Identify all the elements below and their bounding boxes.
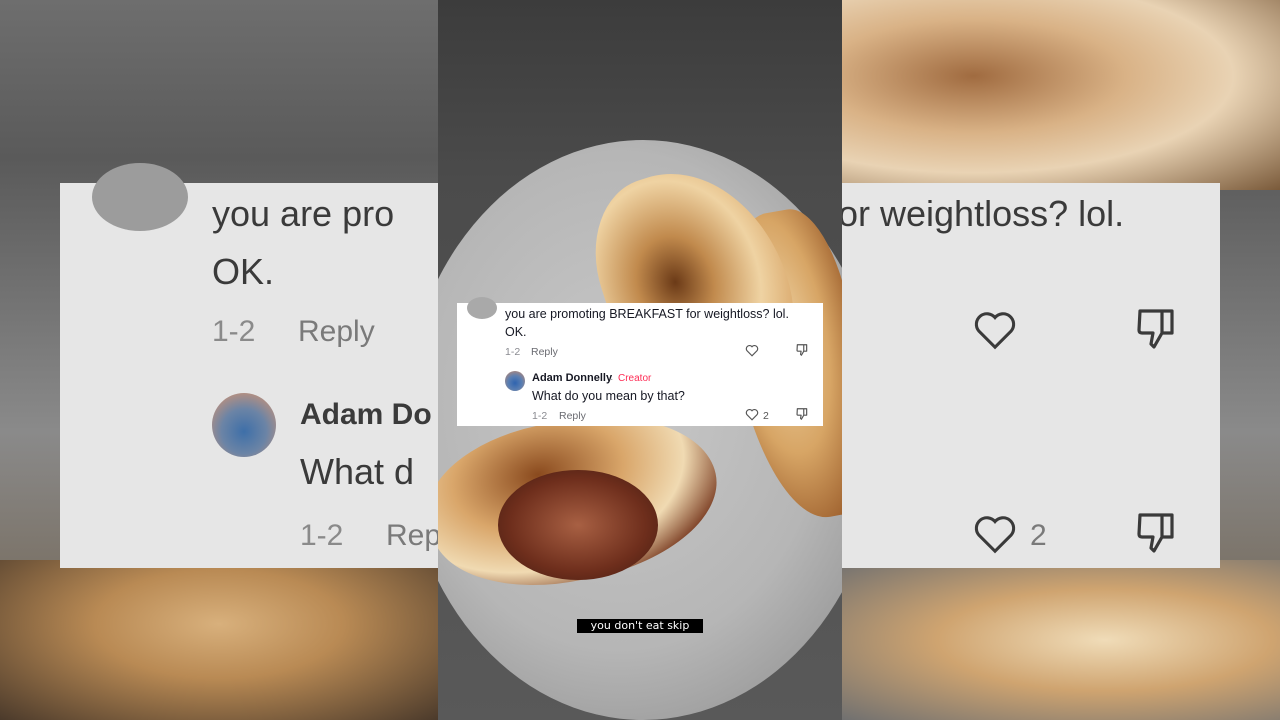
comment-card: you are promoting BREAKFAST for weightlo…: [457, 297, 823, 426]
background-reply-avatar: [212, 393, 276, 457]
background-reply-heart-icon: [974, 516, 1016, 554]
reply-text: What do you mean by that?: [532, 389, 685, 403]
food-bacon: [498, 470, 658, 580]
comment-text-line2: OK.: [505, 325, 527, 339]
background-food-top-right: [842, 0, 1280, 190]
reply-reply-button[interactable]: Reply: [559, 410, 586, 422]
reply-date: 1-2: [532, 410, 548, 422]
reply-heart-icon[interactable]: [745, 408, 759, 421]
reply-thumbs-down-icon[interactable]: [795, 407, 809, 421]
reply-author-avatar[interactable]: [505, 371, 525, 391]
background-food-bottom-left: [0, 560, 438, 720]
reply-author-name[interactable]: Adam Donnelly: [532, 372, 612, 384]
background-avatar: [92, 163, 188, 231]
background-reply-label-partial: Rep: [386, 519, 442, 552]
background-comment-line1-right: or weightloss? lol.: [838, 193, 1125, 234]
background-comment-line2: OK.: [212, 251, 275, 292]
comment-date: 1-2: [505, 346, 521, 358]
background-reply-author: Adam Do: [300, 398, 432, 431]
background-heart-icon: [974, 312, 1016, 350]
comment-text-line1: you are promoting BREAKFAST for weightlo…: [505, 307, 789, 321]
background-like-count: 2: [1030, 519, 1047, 552]
background-comment-date: 1-2: [212, 315, 256, 348]
comment-thumbs-down-icon[interactable]: [795, 343, 809, 357]
background-food-bottom-right: [842, 560, 1280, 720]
background-comment-line1-left: you are pro: [212, 193, 395, 234]
background-thumbs-down-icon: [1137, 309, 1174, 349]
background-reply-text: What d: [300, 451, 415, 492]
video-caption: you don't eat skip: [577, 619, 703, 633]
background-reply-thumbs-down-icon: [1137, 513, 1174, 553]
commenter-avatar[interactable]: [467, 297, 497, 319]
creator-badge: Creator: [618, 373, 652, 384]
background-reply-label: Reply: [298, 315, 375, 348]
background-reply-date: 1-2: [300, 519, 344, 552]
reply-separator: ·: [610, 373, 614, 385]
comment-reply-button[interactable]: Reply: [531, 346, 558, 358]
comment-heart-icon[interactable]: [745, 344, 759, 357]
reply-like-count: 2: [763, 410, 769, 422]
